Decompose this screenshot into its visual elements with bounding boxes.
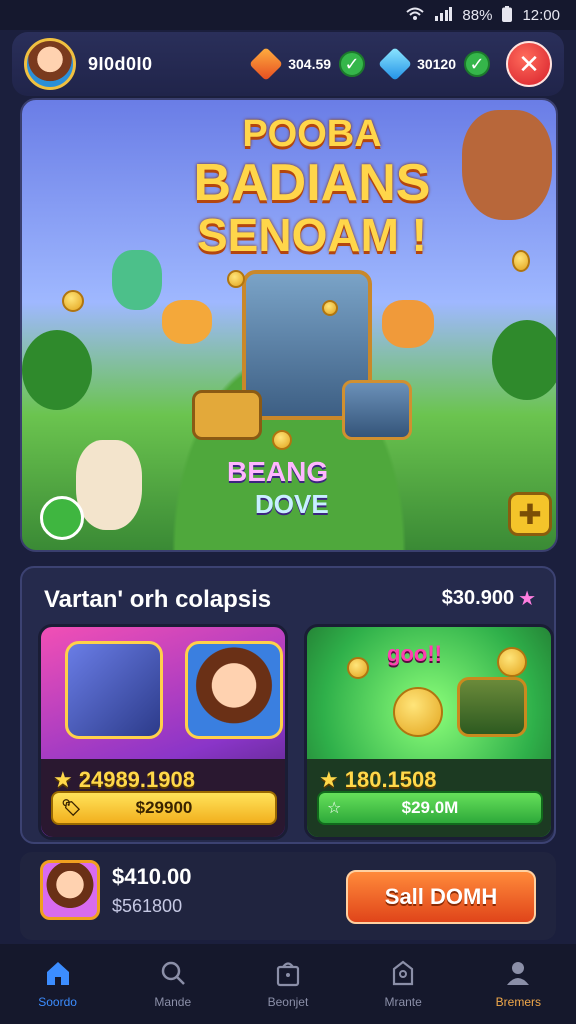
- banner-add-button[interactable]: ✚: [508, 492, 552, 536]
- blue-gem-count: 30120: [417, 56, 456, 72]
- promo-banner[interactable]: POOBA BADIANS SENOAM ! BEANG DOVE ✚: [20, 98, 558, 552]
- status-bar: 88% 12:00: [0, 0, 576, 30]
- offer-card-2-buy-button[interactable]: ☆ $29.0M: [317, 791, 543, 825]
- hero-portrait-icon: [185, 641, 283, 739]
- dragon-character: [112, 250, 162, 310]
- tree-left-decoration: [22, 330, 92, 410]
- banner-title-line-3: SENOAM !: [197, 209, 427, 262]
- search-icon: [159, 959, 187, 989]
- nav-label-profile: Bremers: [495, 995, 542, 1009]
- close-icon: ✕: [518, 48, 540, 79]
- offer-card-2-button-label: $29.0M: [401, 798, 459, 817]
- offer-card-1-button-label: $29900: [135, 798, 193, 817]
- treasure-chest-icon: [457, 677, 527, 737]
- bottom-navigation: Soordo Mande Beonjet Mrante Bremers: [0, 944, 576, 1024]
- chest-icon: [389, 959, 417, 989]
- nav-item-profile[interactable]: Bremers: [463, 959, 573, 1009]
- offer-card-1-value: ★ 24989.1908: [53, 767, 195, 793]
- banner-tagline-line-2: DOVE: [255, 488, 329, 519]
- gold-cart: [192, 390, 262, 440]
- signal-icon: [434, 6, 453, 24]
- offer-card-1-value-text: 24989.1908: [78, 767, 195, 792]
- coin-decoration: [347, 657, 369, 679]
- offer-card-2-value: ★ 180.1508: [319, 767, 437, 793]
- offers-price-value: $30.900: [441, 587, 515, 609]
- nav-label-search: Mande: [154, 995, 192, 1009]
- add-blue-gems-button[interactable]: ✓: [464, 51, 490, 77]
- battery-icon: [502, 5, 513, 25]
- purchase-original-price: $561800: [112, 896, 183, 916]
- wizard-character: [462, 110, 552, 220]
- wifi-icon: [406, 7, 425, 24]
- close-button[interactable]: ✕: [506, 41, 552, 87]
- coin-decoration: [512, 250, 530, 272]
- offers-panel: Vartan' orh colapsis $30.900 ★ ★ 24989.1…: [20, 566, 556, 844]
- banner-title-line-2: BADIANS: [193, 154, 431, 213]
- offer-card-1-buy-button[interactable]: 🏷 $29900: [51, 791, 277, 825]
- offer-card-2-banner: goo!!: [387, 641, 442, 666]
- banner-tagline: BEANG DOVE: [227, 455, 329, 520]
- banner-title: POOBA BADIANS SENOAM !: [172, 113, 452, 262]
- nav-label-chest: Mrante: [384, 995, 422, 1009]
- star-icon: ★: [518, 588, 536, 610]
- red-gem-count: 304.59: [288, 56, 332, 72]
- purchase-price: $410.00: [112, 864, 192, 889]
- tree-right-decoration: [492, 320, 556, 400]
- sword-item-icon: [65, 641, 163, 739]
- treasure-box: [342, 380, 412, 440]
- red-gem-icon: [249, 47, 284, 81]
- nav-item-search[interactable]: Mande: [118, 959, 228, 1009]
- coin-decoration: [62, 290, 84, 312]
- coin-stack-icon: [393, 687, 443, 737]
- offer-card-2[interactable]: goo!! ★ 180.1508 ☆ $29.0M: [304, 624, 554, 840]
- tag-icon: 🏷: [61, 800, 82, 817]
- store-icon: [274, 959, 302, 989]
- banner-tagline-line-1: BEANG: [227, 456, 329, 487]
- purchase-button[interactable]: Sall DOMH: [346, 870, 536, 924]
- purchase-item-thumbnail: [40, 860, 100, 920]
- offer-card-2-value-text: 180.1508: [344, 767, 437, 792]
- clock: 12:00: [522, 6, 560, 24]
- offers-price: $30.900 ★: [442, 586, 536, 611]
- fox-character-left: [162, 300, 212, 344]
- star-icon: ★: [53, 767, 73, 792]
- top-header: 9I0d0I0 304.59 ✓ 30120 ✓ ✕: [12, 32, 564, 96]
- star-outline-icon: ☆: [327, 800, 342, 817]
- star-icon: ★: [319, 767, 339, 792]
- coin-decoration: [497, 647, 527, 677]
- fox-character-right: [382, 300, 434, 348]
- blue-gem-icon: [378, 47, 413, 81]
- banner-title-line-1: POOBA: [242, 113, 382, 155]
- coin-decoration: [272, 430, 292, 450]
- offers-title: Vartan' orh colapsis: [44, 586, 272, 613]
- add-red-gems-button[interactable]: ✓: [339, 51, 366, 77]
- nav-item-home[interactable]: Soordo: [3, 959, 113, 1009]
- profile-icon: [504, 959, 532, 989]
- coin-decoration: [322, 300, 338, 316]
- nav-item-chest[interactable]: Mrante: [348, 959, 458, 1009]
- avatar[interactable]: [24, 38, 76, 90]
- nav-item-store[interactable]: Beonjet: [233, 959, 343, 1009]
- offer-card-1[interactable]: ★ 24989.1908 🏷 $29900: [38, 624, 288, 840]
- nav-label-store: Beonjet: [267, 995, 309, 1009]
- banner-action-button[interactable]: [40, 496, 84, 540]
- nav-label-home: Soordo: [38, 995, 77, 1009]
- currency-red-gems: 304.59 ✓: [249, 47, 366, 81]
- username: 9I0d0I0: [88, 53, 153, 74]
- battery-percent: 88%: [462, 6, 493, 24]
- currency-blue-gems: 30120 ✓: [378, 47, 490, 81]
- coin-decoration: [227, 270, 245, 288]
- plus-icon: ✚: [518, 498, 542, 530]
- home-icon: [44, 959, 72, 989]
- purchase-bar: $410.00 $561800 Sall DOMH: [20, 852, 556, 940]
- girl-character: [76, 440, 142, 530]
